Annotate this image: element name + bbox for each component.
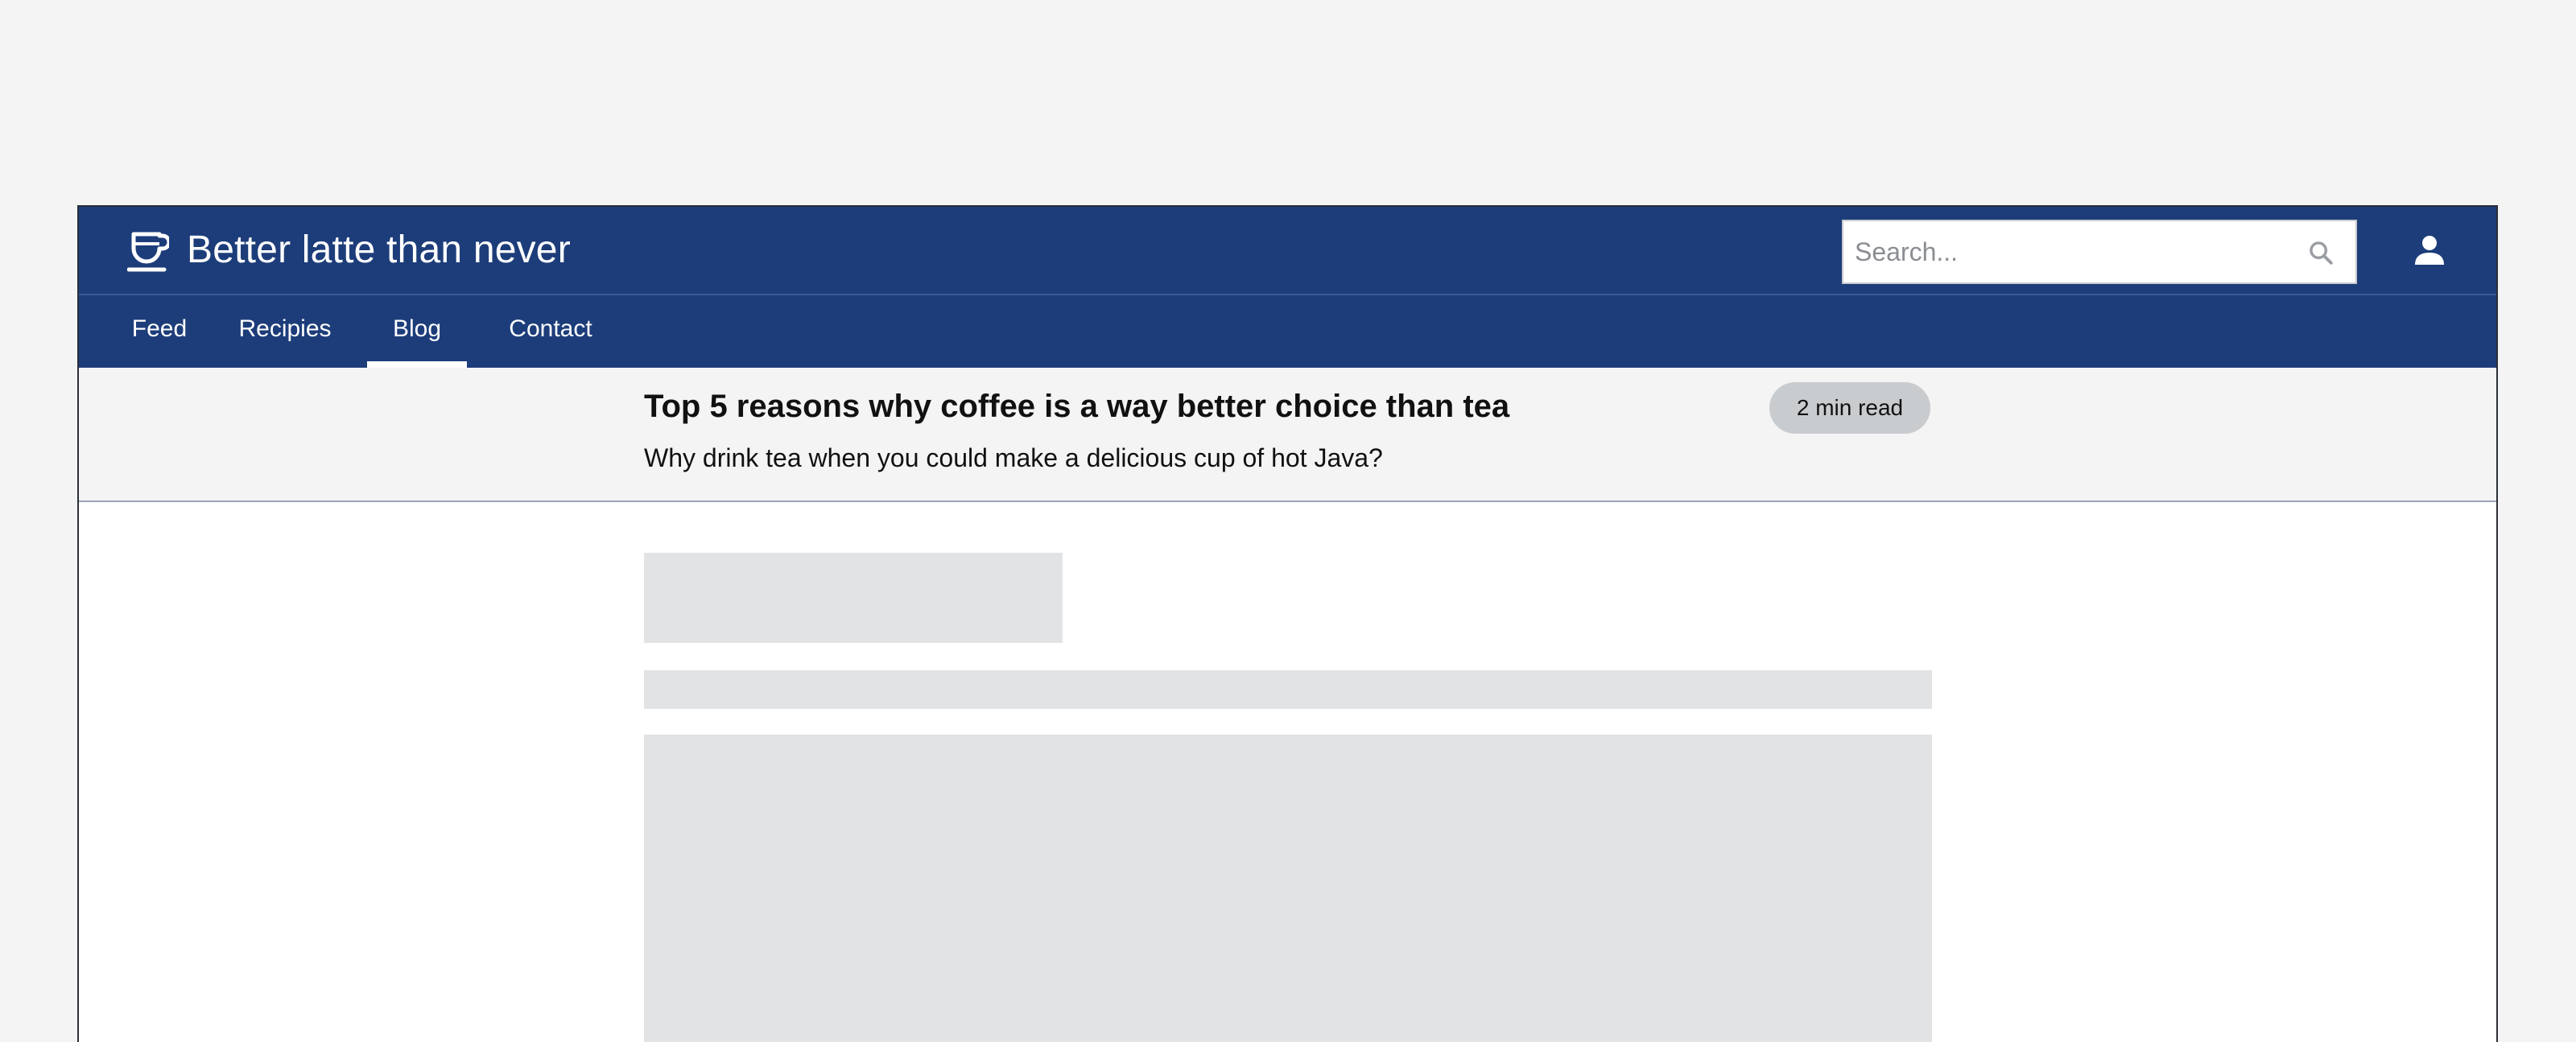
article-subtitle: Why drink tea when you could make a deli… [644,443,1383,472]
coffee-cup-icon [127,232,169,272]
article-header: Top 5 reasons why coffee is a way better… [79,368,2496,502]
main-nav: Feed Recipies Blog Contact [79,297,2496,368]
user-icon[interactable] [2410,231,2449,270]
nav-item-contact[interactable]: Contact [478,297,623,368]
read-time-badge: 2 min read [1769,382,1930,434]
app-window: Better latte than never Feed Recipies Bl… [77,205,2498,1042]
search-icon[interactable] [2307,239,2334,266]
app-title[interactable]: Better latte than never [187,226,571,274]
search-box[interactable] [1842,220,2357,284]
nav-item-recipies[interactable]: Recipies [221,297,349,368]
nav-item-blog[interactable]: Blog [367,297,467,368]
skeleton-placeholder-line [644,670,1932,709]
article-title: Top 5 reasons why coffee is a way better… [644,389,1510,424]
skeleton-placeholder-heading [644,553,1063,643]
app-header: Better latte than never Feed Recipies Bl… [79,207,2496,368]
skeleton-placeholder-block [644,735,1932,1042]
header-top-bar: Better latte than never [79,207,2496,295]
search-input[interactable] [1843,221,2355,282]
nav-item-feed[interactable]: Feed [111,297,208,368]
